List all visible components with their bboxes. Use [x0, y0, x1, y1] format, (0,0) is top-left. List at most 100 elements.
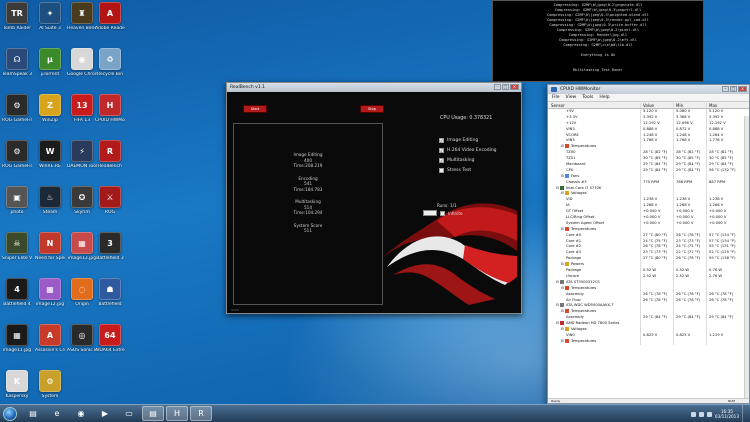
- minimize-button[interactable]: –: [494, 84, 501, 90]
- taskbar-button[interactable]: ◉: [70, 406, 92, 421]
- column-sensor[interactable]: Sensor: [548, 103, 640, 108]
- checkbox[interactable]: [439, 167, 444, 173]
- desktop-icon[interactable]: ☗ Battlefield: [95, 278, 125, 307]
- taskbar-button[interactable]: R: [190, 406, 212, 421]
- desktop-icon[interactable]: ▦ image12.jpg: [35, 278, 65, 307]
- desktop-icon-label: CPUID HWMonitor: [95, 118, 125, 123]
- option-stress-test[interactable]: Stress Test: [439, 165, 497, 175]
- menu-help[interactable]: Help: [599, 95, 609, 100]
- desktop-icon[interactable]: ⚔ ROG: [95, 186, 125, 215]
- taskbar-button[interactable]: ▤: [22, 406, 44, 421]
- column-value[interactable]: Value: [640, 102, 673, 108]
- desktop-icon[interactable]: ◌ Origin: [67, 278, 97, 307]
- collapse-icon[interactable]: ⊟: [561, 339, 564, 343]
- desktop-icon[interactable]: ✪ Skyrim: [67, 186, 97, 215]
- menu-view[interactable]: View: [566, 95, 577, 100]
- desktop-icon[interactable]: Z WinZip: [35, 94, 65, 123]
- app-icon: ⚙: [6, 94, 28, 116]
- infinite-checkbox[interactable]: [440, 210, 445, 216]
- collapse-icon[interactable]: ⊟: [561, 286, 564, 290]
- checkbox[interactable]: ✓: [439, 157, 444, 163]
- desktop-icon[interactable]: ◎ ASUS Sonic Radar: [67, 324, 97, 353]
- taskbar-app-icon: ▤: [29, 409, 37, 418]
- taskbar-button[interactable]: e: [46, 406, 68, 421]
- app-icon: ☊: [6, 48, 28, 70]
- desktop-icon[interactable]: W WinRE.RE: [35, 140, 65, 169]
- desktop-icon[interactable]: 3 Battlefield 3: [95, 232, 125, 261]
- realbench-titlebar[interactable]: RealBench v1.1 – □ ×: [227, 83, 521, 92]
- taskbar-button[interactable]: ▤: [142, 406, 164, 421]
- tray-volume-icon[interactable]: [706, 411, 712, 417]
- taskbar-button[interactable]: ▶: [94, 406, 116, 421]
- hwmonitor-titlebar[interactable]: CPUID HWMonitor – □ ×: [548, 85, 749, 94]
- tray-network-icon[interactable]: [698, 411, 704, 417]
- desktop-icon[interactable]: ◉ Google Chrome: [67, 48, 97, 77]
- checkbox[interactable]: ✓: [439, 147, 444, 153]
- collapse-icon[interactable]: ⊟: [561, 262, 564, 266]
- option-multitasking[interactable]: ✓ Multitasking: [439, 155, 497, 165]
- vertical-scrollbar[interactable]: [744, 116, 749, 398]
- collapse-icon[interactable]: ⊟: [561, 309, 564, 313]
- menu-file[interactable]: File: [552, 95, 560, 100]
- desktop-icon[interactable]: ♻ Recycle Bin: [95, 48, 125, 77]
- collapse-icon[interactable]: ⊟: [556, 321, 559, 325]
- desktop-icon[interactable]: N Need for Speed: [35, 232, 65, 261]
- collapse-icon[interactable]: ⊟: [561, 144, 564, 148]
- sensor-name: Core #3: [566, 250, 582, 255]
- desktop-icon[interactable]: R RealBench: [95, 140, 125, 169]
- maximize-button[interactable]: □: [730, 86, 737, 92]
- desktop-icon[interactable]: A Adobe Reader X: [95, 2, 125, 31]
- stop-button[interactable]: Stop: [360, 105, 384, 113]
- desktop-icon[interactable]: 64 AIDA64 Extreme: [95, 324, 125, 353]
- desktop-icon[interactable]: K Kaspersky: [2, 370, 32, 399]
- desktop-icon[interactable]: H CPUID HWMonitor: [95, 94, 125, 123]
- desktop-icon[interactable]: ⚙ ROG GameFirst...: [2, 140, 32, 169]
- desktop-icon[interactable]: ♨ Steam: [35, 186, 65, 215]
- desktop-icon[interactable]: ⚙ ROG GameFirst II: [2, 94, 32, 123]
- close-button[interactable]: ×: [738, 86, 747, 92]
- collapse-icon[interactable]: ⊟: [556, 186, 559, 190]
- runs-select[interactable]: [423, 210, 437, 216]
- clock[interactable]: 16:35 03/11/2013: [715, 409, 739, 419]
- maximize-button[interactable]: □: [502, 84, 509, 90]
- option-h264[interactable]: ✓ H.264 Video Encoding: [439, 145, 497, 155]
- clock-date: 03/11/2013: [714, 414, 739, 419]
- desktop-icon[interactable]: 13 FIFA 13: [67, 94, 97, 123]
- collapse-icon[interactable]: ⊟: [561, 227, 564, 231]
- desktop-icon[interactable]: ✦ AI Suite 3: [35, 2, 65, 31]
- taskbar-button[interactable]: H: [166, 406, 188, 421]
- desktop-icon[interactable]: µ µTorrent: [35, 48, 65, 77]
- desktop-icon[interactable]: ▣ photo: [2, 186, 32, 215]
- show-desktop-button[interactable]: [742, 405, 747, 422]
- checkbox[interactable]: ✓: [439, 137, 444, 143]
- desktop-icon[interactable]: ♜ Heaven Benchma...: [67, 2, 97, 31]
- app-icon: Z: [39, 94, 61, 116]
- collapse-icon[interactable]: ⊟: [561, 191, 564, 195]
- desktop-icon[interactable]: 4 Battlefield 4: [2, 278, 32, 307]
- desktop-icon[interactable]: ☠ Sniper Elite V2: [2, 232, 32, 261]
- tray-flag-icon[interactable]: [690, 411, 696, 417]
- column-max[interactable]: Max: [706, 102, 739, 108]
- taskbar-button[interactable]: ▭: [118, 406, 140, 421]
- minimize-button[interactable]: –: [722, 86, 729, 92]
- desktop-icon[interactable]: ▦ image13.jpg: [67, 232, 97, 261]
- desktop-icon[interactable]: TR Tomb Raider: [2, 2, 32, 31]
- collapse-icon[interactable]: ⊟: [561, 327, 564, 331]
- start-button[interactable]: [0, 405, 20, 422]
- close-button[interactable]: ×: [510, 84, 519, 90]
- desktop-icon[interactable]: A Assassin's Creed: [35, 324, 65, 353]
- desktop-icon[interactable]: ⚡ DAEMON Tools Lite: [67, 140, 97, 169]
- app-icon: ▣: [6, 186, 28, 208]
- desktop-icon[interactable]: ☊ TeamSpeak 3 Client: [2, 48, 32, 77]
- start-button[interactable]: Start: [243, 105, 267, 113]
- collapse-icon[interactable]: ⊟: [561, 174, 564, 178]
- desktop-icon[interactable]: ⚙ System: [35, 370, 65, 399]
- sensor-group-row[interactable]: ⊟ Temperatures: [548, 338, 749, 345]
- desktop-icon-label: Origin: [75, 302, 89, 307]
- column-min[interactable]: Min: [673, 102, 706, 108]
- collapse-icon[interactable]: ⊟: [556, 280, 559, 284]
- option-image-editing[interactable]: ✓ Image Editing: [439, 135, 497, 145]
- collapse-icon[interactable]: ⊟: [556, 303, 559, 307]
- menu-tools[interactable]: Tools: [582, 95, 593, 100]
- desktop-icon[interactable]: ▦ image11.jpg: [2, 324, 32, 353]
